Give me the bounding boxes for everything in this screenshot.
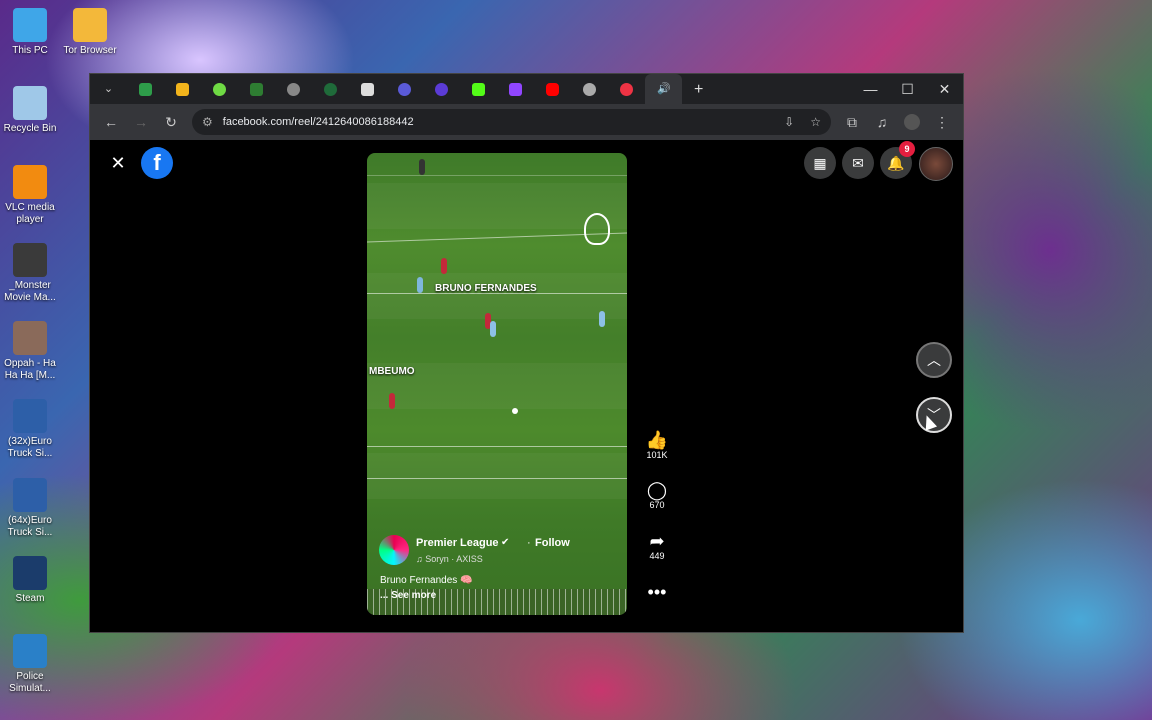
see-more-link[interactable]: ... See more (380, 590, 436, 601)
close-reel-button[interactable]: ✕ (104, 149, 132, 177)
menu-icon[interactable]: ⋮ (927, 107, 957, 137)
maximize-button[interactable]: ☐ (889, 74, 926, 104)
browser-window: ⌄ 🔊 + — ☐ ✕ ← → ↻ ⚙ facebook.com/reel/24… (89, 73, 964, 633)
tab-drive[interactable] (127, 74, 164, 104)
tab-drive-2[interactable] (164, 74, 201, 104)
desktop-app-icon (13, 165, 47, 199)
bookmark-star-icon[interactable]: ☆ (810, 115, 821, 129)
desktop-icon-label: Oppah - Ha Ha Ha [M... (4, 358, 56, 381)
tab-search-icon[interactable]: ⌄ (90, 74, 127, 104)
notification-badge: 9 (899, 141, 915, 157)
tab-globe[interactable] (275, 74, 312, 104)
desktop-app-icon (13, 634, 47, 668)
separator: · (527, 537, 531, 549)
desktop-icon[interactable]: (32x)Euro Truck Si... (0, 399, 60, 460)
profile-icon[interactable] (897, 107, 927, 137)
tab-blue[interactable] (386, 74, 423, 104)
tab-gear[interactable] (571, 74, 608, 104)
music-text[interactable]: ♫ Soryn · AXISS (416, 554, 483, 564)
toolbar: ← → ↻ ⚙ facebook.com/reel/24126400861884… (90, 104, 963, 140)
desktop-icon[interactable]: (64x)Euro Truck Si... (0, 478, 60, 539)
author-avatar[interactable] (379, 535, 409, 565)
more-dots-icon: ••• (647, 582, 667, 602)
forward-button[interactable]: → (126, 107, 156, 137)
desktop-icon-label: This PC (12, 45, 48, 56)
share-arrow-icon: ➦ (649, 531, 665, 551)
account-avatar[interactable] (919, 147, 953, 181)
follow-link[interactable]: Follow (535, 537, 570, 549)
desktop-icon[interactable]: Steam (0, 556, 60, 605)
page-content: ✕ f ▦ ✉ 🔔 9 BRUNO FERNANDES MBEUMO Premi… (90, 140, 963, 631)
desktop-icon-label: Recycle Bin (3, 123, 57, 134)
desktop-icon-label: Police Simulat... (9, 671, 51, 694)
tab-doc[interactable] (349, 74, 386, 104)
desktop-app-icon (13, 556, 47, 590)
author-name[interactable]: Premier League (416, 537, 499, 549)
premier-league-logo-icon (584, 213, 610, 245)
close-window-button[interactable]: ✕ (926, 74, 963, 104)
menu-grid-icon[interactable]: ▦ (804, 147, 836, 179)
caption-text: Bruno Fernandes 🧠 (380, 575, 473, 586)
thumbs-up-icon: 👍 (645, 430, 669, 450)
desktop-app-icon (13, 478, 47, 512)
share-count: 449 (649, 551, 665, 561)
tab-green[interactable] (312, 74, 349, 104)
desktop-icon-label: VLC media player (5, 202, 55, 225)
install-icon[interactable]: ⇩ (784, 115, 794, 129)
reload-button[interactable]: ↻ (156, 107, 186, 137)
comment-button[interactable]: ◯ 670 (638, 480, 676, 510)
extensions-icon[interactable]: ⧉ (837, 107, 867, 137)
tab-strip: ⌄ 🔊 + — ☐ ✕ (90, 74, 963, 104)
desktop-app-icon (13, 8, 47, 42)
previous-reel-button[interactable]: ︿ (916, 342, 952, 378)
desktop-app-icon (73, 8, 107, 42)
tab-red[interactable] (608, 74, 645, 104)
desktop-icon[interactable]: _Monster Movie Ma... (0, 243, 60, 304)
desktop-app-icon (13, 399, 47, 433)
desktop-app-icon (13, 243, 47, 277)
messenger-icon[interactable]: ✉ (842, 147, 874, 179)
tab-kick[interactable] (460, 74, 497, 104)
verified-icon: ✔ (501, 537, 510, 548)
new-tab-button[interactable]: + (682, 74, 719, 104)
tab-twitch[interactable] (497, 74, 534, 104)
address-bar[interactable]: ⚙ facebook.com/reel/2412640086188442 ⇩ ☆ (192, 109, 831, 135)
share-button[interactable]: ➦ 449 (638, 531, 676, 561)
desktop-icon[interactable]: VLC media player (0, 165, 60, 226)
desktop-icon-label: (32x)Euro Truck Si... (7, 436, 53, 459)
site-info-icon[interactable]: ⚙ (202, 115, 213, 129)
facebook-logo-icon[interactable]: f (141, 147, 173, 179)
media-icon[interactable]: ♫ (867, 107, 897, 137)
desktop-icon-label: _Monster Movie Ma... (4, 280, 56, 303)
back-button[interactable]: ← (96, 107, 126, 137)
minimize-button[interactable]: — (852, 74, 889, 104)
tab-youtube[interactable] (534, 74, 571, 104)
tab-upwork[interactable] (201, 74, 238, 104)
reel-video[interactable]: BRUNO FERNANDES MBEUMO Premier League ✔ … (367, 153, 627, 615)
desktop-icon[interactable]: Oppah - Ha Ha Ha [M... (0, 321, 60, 382)
more-options-button[interactable]: ••• (638, 582, 676, 602)
like-button[interactable]: 👍 101K (638, 430, 676, 460)
desktop-icon-label: Tor Browser (63, 45, 117, 56)
desktop-icon[interactable]: Tor Browser (60, 8, 120, 57)
url-text: facebook.com/reel/2412640086188442 (222, 116, 414, 128)
desktop-icon-label: Steam (15, 593, 45, 604)
desktop-icon-label: (64x)Euro Truck Si... (7, 515, 53, 538)
tab-purple[interactable] (423, 74, 460, 104)
comment-bubble-icon: ◯ (646, 480, 668, 500)
comment-count: 670 (649, 500, 665, 510)
player-label-mbeumo: MBEUMO (369, 366, 415, 377)
desktop-icon[interactable]: Police Simulat... (0, 634, 60, 695)
desktop-icon[interactable]: This PC (0, 8, 60, 57)
tab-st[interactable] (238, 74, 275, 104)
desktop-icon[interactable]: Recycle Bin (0, 86, 60, 135)
desktop-app-icon (13, 86, 47, 120)
player-label-bruno: BRUNO FERNANDES (435, 283, 537, 294)
desktop-app-icon (13, 321, 47, 355)
tab-active-audio[interactable]: 🔊 (645, 74, 682, 104)
like-count: 101K (646, 450, 668, 460)
